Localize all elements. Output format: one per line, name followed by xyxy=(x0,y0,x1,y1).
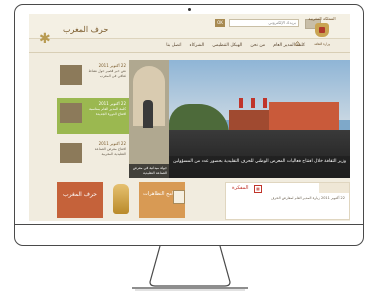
monitor-stand xyxy=(132,245,248,291)
